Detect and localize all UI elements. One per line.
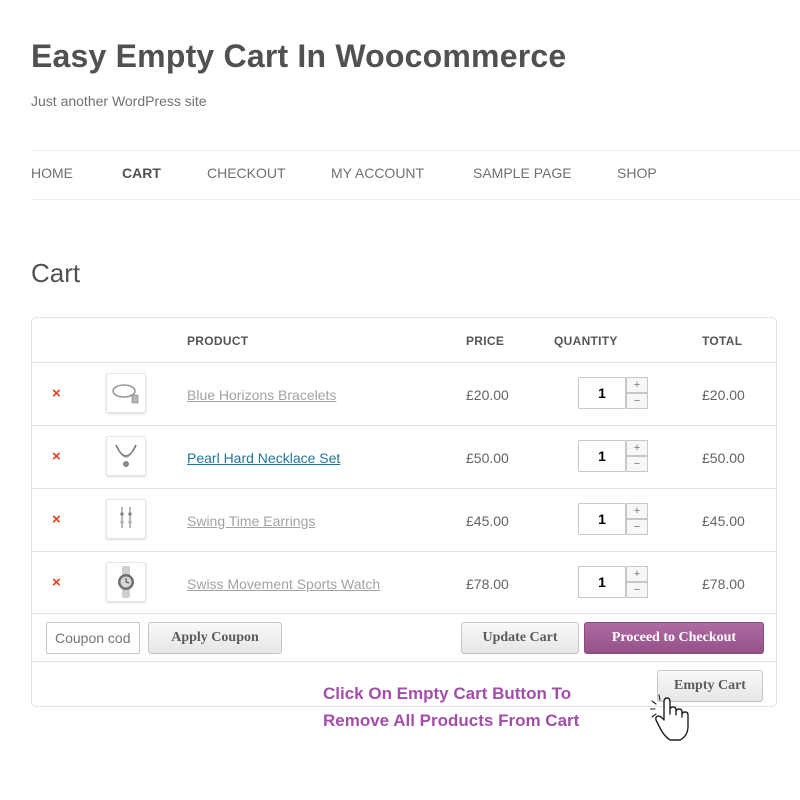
remove-item-icon[interactable]: × bbox=[52, 574, 61, 591]
instruction-line-2: Remove All Products From Cart bbox=[323, 711, 580, 730]
necklace-icon[interactable] bbox=[106, 436, 146, 476]
quantity-increase-button[interactable]: + bbox=[626, 377, 648, 393]
product-price: £50.00 bbox=[466, 450, 509, 466]
quantity-input[interactable] bbox=[578, 440, 626, 472]
product-link[interactable]: Blue Horizons Bracelets bbox=[187, 387, 336, 403]
column-header-quantity: QUANTITY bbox=[554, 334, 618, 348]
product-link[interactable]: Pearl Hard Necklace Set bbox=[187, 450, 340, 466]
instruction-line-1: Click On Empty Cart Button To bbox=[323, 684, 572, 703]
product-subtotal: £20.00 bbox=[702, 387, 745, 403]
product-price: £20.00 bbox=[466, 387, 509, 403]
primary-navigation: HOME CART CHECKOUT MY ACCOUNT SAMPLE PAG… bbox=[31, 150, 800, 200]
bracelet-icon[interactable] bbox=[106, 373, 146, 413]
nav-item-checkout[interactable]: CHECKOUT bbox=[207, 165, 286, 181]
cart-row: × Swiss Movement Sports Watch £78.00 + −… bbox=[32, 552, 776, 614]
update-cart-button[interactable]: Update Cart bbox=[461, 622, 579, 654]
quantity-stepper: + − bbox=[578, 377, 650, 411]
apply-coupon-button[interactable]: Apply Coupon bbox=[148, 622, 282, 654]
column-header-product: PRODUCT bbox=[187, 334, 249, 348]
proceed-to-checkout-button[interactable]: Proceed to Checkout bbox=[584, 622, 764, 654]
product-link[interactable]: Swiss Movement Sports Watch bbox=[187, 576, 380, 592]
earrings-icon[interactable] bbox=[106, 499, 146, 539]
nav-item-my-account[interactable]: MY ACCOUNT bbox=[331, 165, 424, 181]
cart-row: × Blue Horizons Bracelets £20.00 + − £20… bbox=[32, 363, 776, 425]
quantity-stepper: + − bbox=[578, 503, 650, 537]
quantity-decrease-button[interactable]: − bbox=[626, 582, 648, 598]
quantity-increase-button[interactable]: + bbox=[626, 440, 648, 456]
product-price: £78.00 bbox=[466, 576, 509, 592]
nav-item-sample-page[interactable]: SAMPLE PAGE bbox=[473, 165, 572, 181]
remove-item-icon[interactable]: × bbox=[52, 448, 61, 465]
hand-pointer-icon bbox=[649, 690, 690, 742]
quantity-stepper: + − bbox=[578, 566, 650, 600]
watch-icon[interactable] bbox=[106, 562, 146, 602]
divider bbox=[32, 613, 776, 614]
quantity-decrease-button[interactable]: − bbox=[626, 393, 648, 409]
product-link[interactable]: Swing Time Earrings bbox=[187, 513, 315, 529]
product-subtotal: £45.00 bbox=[702, 513, 745, 529]
cart-row: × Pearl Hard Necklace Set £50.00 + − £50… bbox=[32, 426, 776, 488]
cart-table: PRODUCT PRICE QUANTITY TOTAL × Blue Hori… bbox=[31, 317, 777, 730]
quantity-input[interactable] bbox=[578, 377, 626, 409]
remove-item-icon[interactable]: × bbox=[52, 385, 61, 402]
nav-item-home[interactable]: HOME bbox=[31, 165, 73, 181]
quantity-decrease-button[interactable]: − bbox=[626, 456, 648, 472]
page-title: Cart bbox=[31, 258, 81, 288]
quantity-input[interactable] bbox=[578, 566, 626, 598]
quantity-input[interactable] bbox=[578, 503, 626, 535]
remove-item-icon[interactable]: × bbox=[52, 511, 61, 528]
quantity-decrease-button[interactable]: − bbox=[626, 519, 648, 535]
quantity-increase-button[interactable]: + bbox=[626, 566, 648, 582]
product-price: £45.00 bbox=[466, 513, 509, 529]
product-subtotal: £50.00 bbox=[702, 450, 745, 466]
site-tagline: Just another WordPress site bbox=[31, 93, 207, 109]
nav-item-cart[interactable]: CART bbox=[122, 165, 161, 181]
coupon-code-input[interactable] bbox=[46, 622, 140, 654]
instruction-text: Click On Empty Cart Button To Remove All… bbox=[323, 680, 579, 734]
site-title[interactable]: Easy Empty Cart In Woocommerce bbox=[31, 38, 566, 75]
quantity-increase-button[interactable]: + bbox=[626, 503, 648, 519]
column-header-total: TOTAL bbox=[702, 334, 743, 348]
nav-item-shop[interactable]: SHOP bbox=[617, 165, 657, 181]
column-header-price: PRICE bbox=[466, 334, 505, 348]
product-subtotal: £78.00 bbox=[702, 576, 745, 592]
cart-row: × Swing Time Earrings £45.00 + − £45.00 bbox=[32, 489, 776, 551]
quantity-stepper: + − bbox=[578, 440, 650, 474]
divider bbox=[32, 661, 776, 662]
